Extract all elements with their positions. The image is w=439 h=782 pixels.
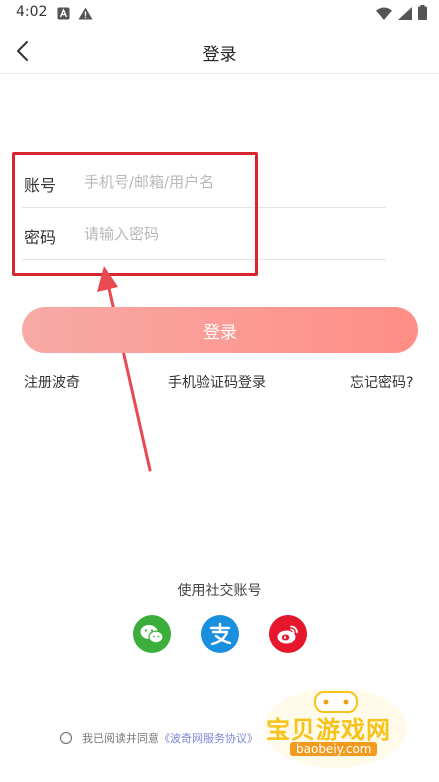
agreement-radio[interactable] bbox=[60, 732, 72, 744]
alipay-login-button[interactable] bbox=[201, 615, 239, 653]
weibo-login-button[interactable] bbox=[269, 615, 307, 653]
agreement-link[interactable]: 《波奇网服务协议》 bbox=[159, 730, 258, 746]
watermark-url: baobeiy.com bbox=[290, 742, 378, 756]
agreement-prefix: 我已阅读并同意 bbox=[82, 732, 159, 745]
login-form: 账号 密码 bbox=[22, 156, 386, 260]
battery-icon bbox=[418, 5, 427, 24]
page-title: 登录 bbox=[202, 45, 237, 65]
signal-icon bbox=[398, 5, 412, 24]
a-box-icon bbox=[57, 5, 70, 24]
password-label: 密码 bbox=[24, 228, 57, 247]
login-button[interactable]: 登录 bbox=[22, 307, 418, 353]
sms-login-link[interactable]: 手机验证码登录 bbox=[168, 372, 266, 392]
alipay-icon bbox=[209, 622, 232, 646]
watermark: 宝贝游戏网 baobeiy.com bbox=[260, 688, 410, 770]
wifi-icon bbox=[376, 5, 392, 24]
account-input[interactable] bbox=[84, 166, 374, 198]
password-row: 密码 bbox=[22, 208, 386, 260]
social-login-title: 使用社交账号 bbox=[177, 583, 262, 599]
status-time: 4:02 bbox=[16, 4, 48, 20]
wechat-login-button[interactable] bbox=[133, 615, 171, 653]
status-bar: 4:02 bbox=[0, 0, 439, 26]
register-link[interactable]: 注册波奇 bbox=[24, 372, 80, 392]
social-login-icons bbox=[133, 615, 307, 653]
gamepad-icon bbox=[263, 688, 407, 768]
watermark-text: 宝贝游戏网 bbox=[266, 716, 391, 744]
account-label: 账号 bbox=[24, 176, 57, 195]
warning-icon bbox=[78, 5, 93, 24]
weibo-icon bbox=[277, 625, 298, 644]
password-input[interactable] bbox=[84, 218, 374, 250]
account-row: 账号 bbox=[22, 156, 386, 208]
forgot-password-link[interactable]: 忘记密码? bbox=[350, 372, 413, 392]
agreement-row: 我已阅读并同意 《波奇网服务协议》 bbox=[60, 730, 258, 746]
app-bar: 登录 bbox=[0, 30, 439, 74]
wechat-icon bbox=[140, 625, 164, 644]
